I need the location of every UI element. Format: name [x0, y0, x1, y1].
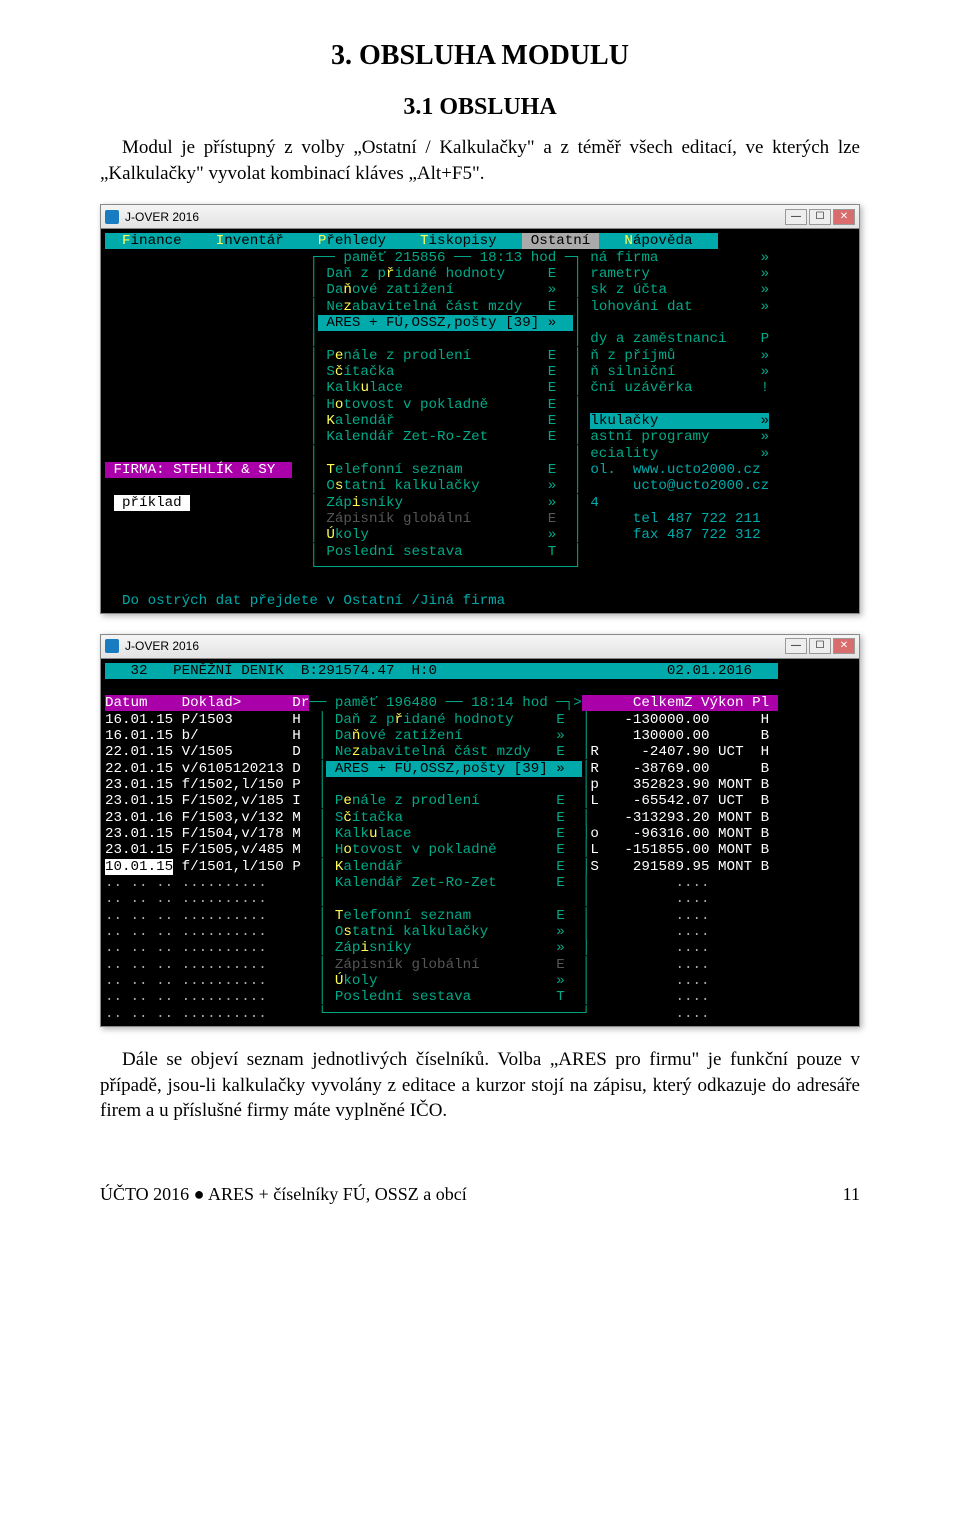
page-footer: ÚČTO 2016 ● ARES + číselníky FÚ, OSSZ a … [100, 1184, 860, 1205]
window-title: J-OVER 2016 [125, 210, 199, 224]
section-title: 3.1 OBSLUHA [100, 94, 860, 121]
close-icon[interactable]: ✕ [833, 209, 855, 225]
maximize-icon[interactable]: ☐ [809, 638, 831, 654]
minimize-icon[interactable]: — [785, 209, 807, 225]
maximize-icon[interactable]: ☐ [809, 209, 831, 225]
below-paragraph: Dále se objeví seznam jednotlivých čísel… [100, 1047, 860, 1124]
window-title: J-OVER 2016 [125, 639, 199, 653]
page-title: 3. OBSLUHA MODULU [100, 40, 860, 72]
page-number: 11 [843, 1184, 860, 1205]
intro-paragraph: Modul je přístupný z volby „Ostatní / Ka… [100, 135, 860, 186]
app-icon [105, 210, 119, 224]
screenshot-1: J-OVER 2016 — ☐ ✕ Finance Inventář Přehl… [100, 204, 860, 614]
footer-left: ÚČTO 2016 ● ARES + číselníky FÚ, OSSZ a … [100, 1184, 467, 1205]
screenshot-2: J-OVER 2016 — ☐ ✕ 32 PENĚŽNÍ DENÍK B:291… [100, 634, 860, 1027]
app-icon [105, 639, 119, 653]
close-icon[interactable]: ✕ [833, 638, 855, 654]
minimize-icon[interactable]: — [785, 638, 807, 654]
